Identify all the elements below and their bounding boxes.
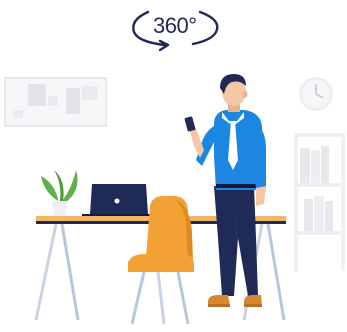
wall-pinboard <box>4 77 107 127</box>
office-scene: 360° <box>0 0 347 332</box>
laptop-icon <box>82 184 150 217</box>
office-illustration: 360° <box>4 10 345 325</box>
potted-plant <box>41 170 78 216</box>
bookshelf <box>294 133 345 271</box>
wall-clock-icon <box>299 77 333 111</box>
badge-label: 360° <box>153 13 197 38</box>
rotate-360-icon: 360° <box>132 10 219 52</box>
smartphone-icon <box>184 116 196 132</box>
person <box>184 74 266 307</box>
